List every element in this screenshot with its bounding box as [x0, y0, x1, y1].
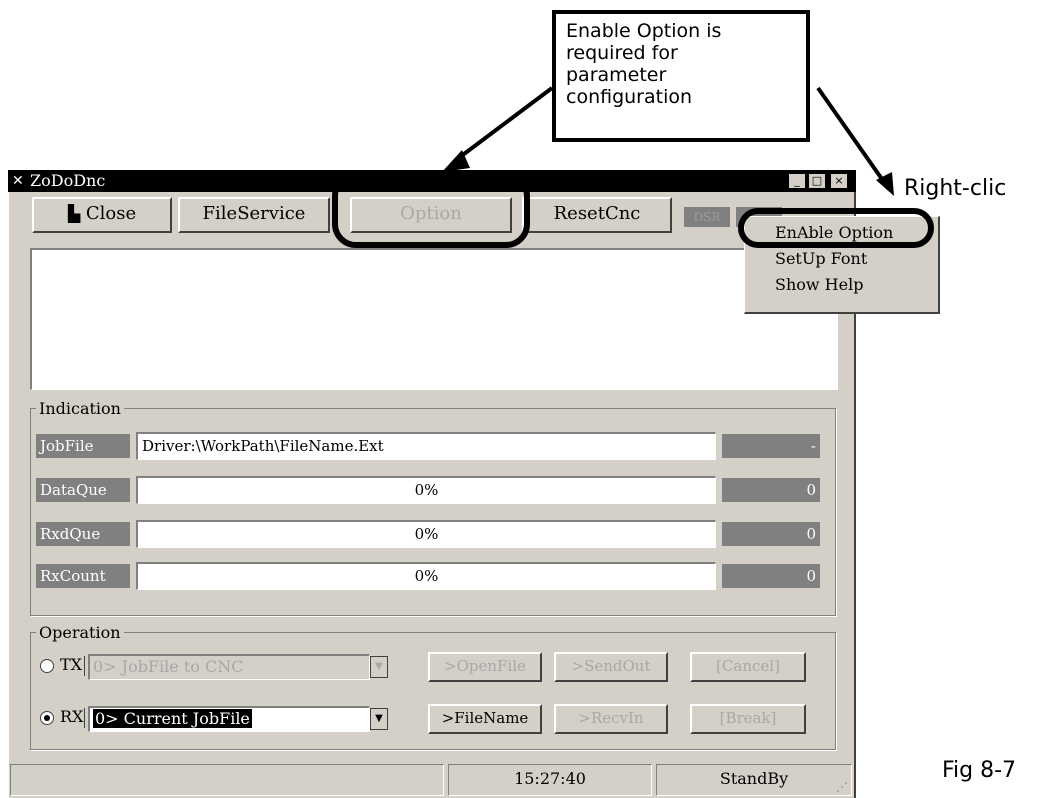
- figure-label: Fig 8-7: [942, 758, 1017, 783]
- annotation-arrows: [442, 86, 894, 196]
- arrow-to-option: [454, 86, 554, 162]
- arrow-to-right-click: [816, 86, 886, 184]
- right-click-label: Right-clic: [904, 176, 1007, 201]
